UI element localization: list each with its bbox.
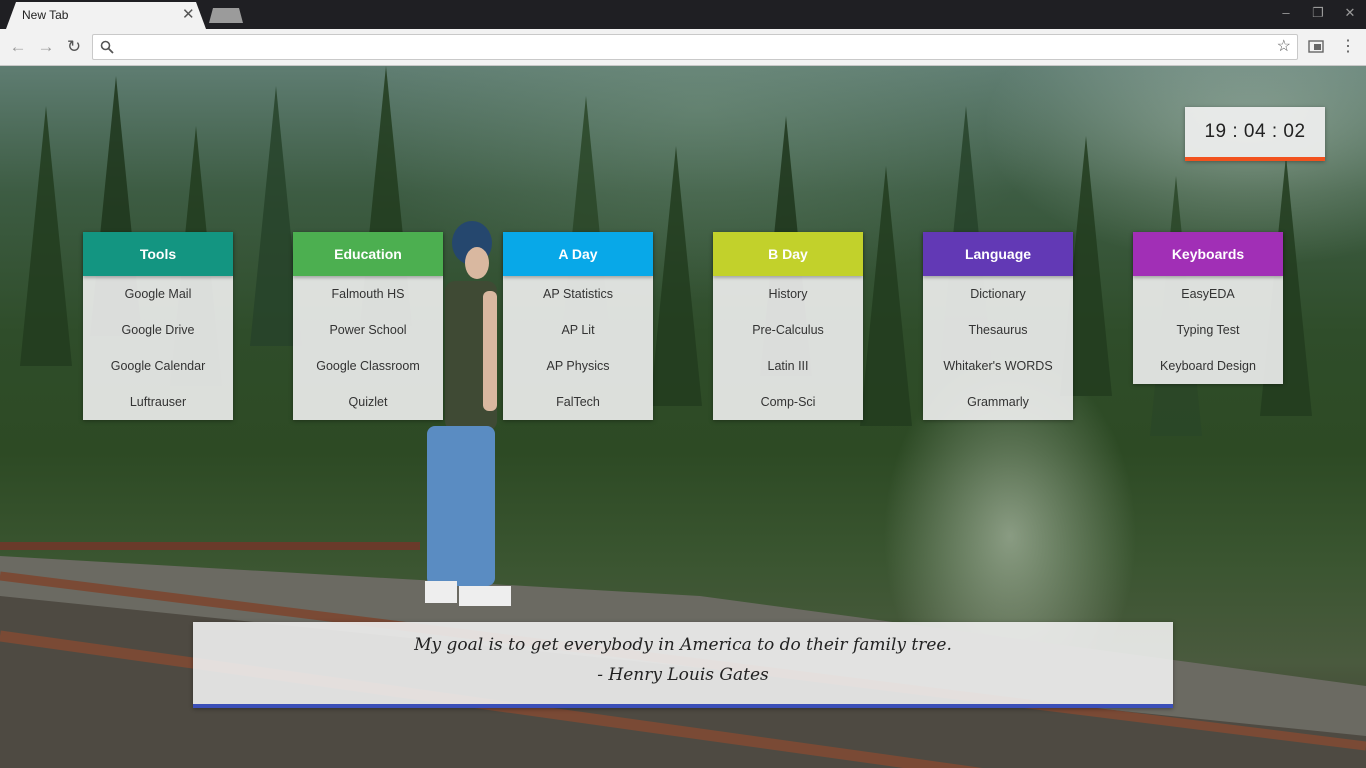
- link-thesaurus[interactable]: Thesaurus: [923, 312, 1073, 348]
- search-icon: [100, 40, 114, 54]
- clock-widget: 19 : 04 : 02: [1185, 107, 1325, 161]
- link-ap-statistics[interactable]: AP Statistics: [503, 276, 653, 312]
- link-typing-test[interactable]: Typing Test: [1133, 312, 1283, 348]
- link-history[interactable]: History: [713, 276, 863, 312]
- link-dictionary[interactable]: Dictionary: [923, 276, 1073, 312]
- card-header: Tools: [83, 232, 233, 276]
- link-luftrauser[interactable]: Luftrauser: [83, 384, 233, 420]
- new-tab-button[interactable]: [209, 8, 243, 23]
- quote-text: My goal is to get everybody in America t…: [414, 635, 952, 655]
- link-faltech[interactable]: FalTech: [503, 384, 653, 420]
- tab-strip: New Tab ✕ – ❐ ✕: [0, 0, 1366, 29]
- bookmark-star-icon[interactable]: ☆: [1277, 37, 1291, 57]
- link-latin-iii[interactable]: Latin III: [713, 348, 863, 384]
- tab-title: New Tab: [22, 8, 69, 22]
- link-google-classroom[interactable]: Google Classroom: [293, 348, 443, 384]
- card-education: Education Falmouth HS Power School Googl…: [293, 232, 443, 420]
- address-bar[interactable]: ☆: [92, 34, 1298, 60]
- menu-kebab-icon[interactable]: ⋮: [1338, 37, 1358, 57]
- window-close-icon[interactable]: ✕: [1342, 5, 1358, 21]
- link-comp-sci[interactable]: Comp-Sci: [713, 384, 863, 420]
- tab-new-tab[interactable]: New Tab ✕: [6, 2, 206, 29]
- link-easyeda[interactable]: EasyEDA: [1133, 276, 1283, 312]
- card-header: Education: [293, 232, 443, 276]
- link-google-calendar[interactable]: Google Calendar: [83, 348, 233, 384]
- card-header: Keyboards: [1133, 232, 1283, 276]
- link-keyboard-design[interactable]: Keyboard Design: [1133, 348, 1283, 384]
- link-falmouth-hs[interactable]: Falmouth HS: [293, 276, 443, 312]
- browser-toolbar: ← → ↻ ☆ ⋮: [0, 29, 1366, 66]
- link-grammarly[interactable]: Grammarly: [923, 384, 1073, 420]
- card-header: Language: [923, 232, 1073, 276]
- cast-icon[interactable]: [1308, 39, 1324, 55]
- link-quizlet[interactable]: Quizlet: [293, 384, 443, 420]
- link-whitakers-words[interactable]: Whitaker's WORDS: [923, 348, 1073, 384]
- forward-arrow-icon[interactable]: →: [36, 37, 56, 57]
- card-keyboards: Keyboards EasyEDA Typing Test Keyboard D…: [1133, 232, 1283, 384]
- address-input[interactable]: [121, 38, 1261, 56]
- card-a-day: A Day AP Statistics AP Lit AP Physics Fa…: [503, 232, 653, 420]
- quote-box: My goal is to get everybody in America t…: [193, 622, 1173, 708]
- reload-icon[interactable]: ↻: [64, 37, 84, 57]
- new-tab-page: 19 : 04 : 02 Tools Google Mail Google Dr…: [0, 66, 1366, 768]
- link-power-school[interactable]: Power School: [293, 312, 443, 348]
- back-arrow-icon[interactable]: ←: [8, 37, 28, 57]
- link-google-mail[interactable]: Google Mail: [83, 276, 233, 312]
- close-icon[interactable]: ✕: [182, 6, 195, 24]
- card-tools: Tools Google Mail Google Drive Google Ca…: [83, 232, 233, 420]
- link-ap-lit[interactable]: AP Lit: [503, 312, 653, 348]
- quote-author: - Henry Louis Gates: [597, 665, 769, 685]
- card-header: B Day: [713, 232, 863, 276]
- minimize-icon[interactable]: –: [1278, 5, 1294, 21]
- card-b-day: B Day History Pre-Calculus Latin III Com…: [713, 232, 863, 420]
- link-ap-physics[interactable]: AP Physics: [503, 348, 653, 384]
- card-language: Language Dictionary Thesaurus Whitaker's…: [923, 232, 1073, 420]
- clock-time: 19 : 04 : 02: [1204, 121, 1306, 142]
- link-pre-calculus[interactable]: Pre-Calculus: [713, 312, 863, 348]
- link-google-drive[interactable]: Google Drive: [83, 312, 233, 348]
- restore-icon[interactable]: ❐: [1310, 5, 1326, 21]
- card-header: A Day: [503, 232, 653, 276]
